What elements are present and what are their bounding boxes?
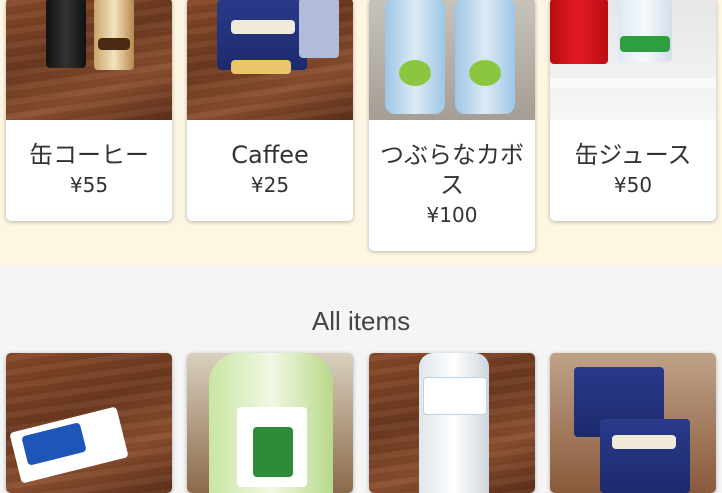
- item-card[interactable]: [6, 353, 172, 493]
- item-name: 缶ジュース: [574, 141, 692, 169]
- featured-item-card[interactable]: 缶コーヒー ¥55: [6, 0, 172, 221]
- item-card[interactable]: [369, 353, 535, 493]
- product-photo: [369, 353, 535, 493]
- product-photo: [6, 0, 172, 120]
- item-card[interactable]: [187, 353, 353, 493]
- product-photo: [6, 353, 172, 493]
- product-photo: [187, 0, 353, 120]
- product-photo: [550, 0, 716, 120]
- featured-item-card[interactable]: つぶらなカボス ¥100: [369, 0, 535, 251]
- featured-item-card[interactable]: 缶ジュース ¥50: [550, 0, 716, 221]
- item-price: ¥55: [69, 173, 109, 197]
- item-price: ¥100: [426, 203, 478, 227]
- item-name: 缶コーヒー: [29, 141, 149, 169]
- item-card[interactable]: [550, 353, 716, 493]
- item-name: Caffee: [231, 141, 309, 169]
- item-name: つぶらなカボス: [380, 141, 524, 199]
- item-price: ¥25: [250, 173, 290, 197]
- product-photo: [369, 0, 535, 120]
- all-items-heading: All items: [311, 306, 411, 336]
- item-price: ¥50: [613, 173, 653, 197]
- product-photo: [550, 353, 716, 493]
- featured-item-card[interactable]: Caffee ¥25: [187, 0, 353, 221]
- product-photo: [187, 353, 353, 493]
